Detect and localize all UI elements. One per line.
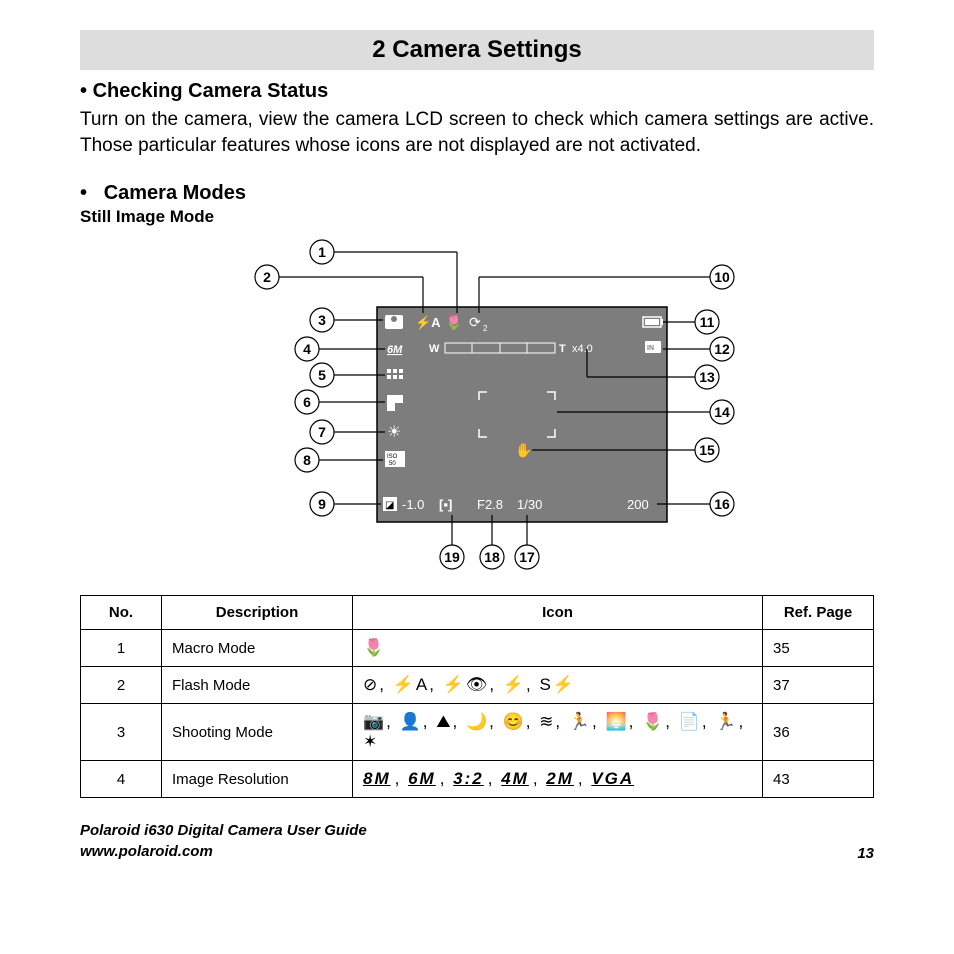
col-ref-page: Ref. Page	[763, 596, 874, 630]
col-icon: Icon	[353, 596, 763, 630]
page-number: 13	[857, 845, 874, 862]
svg-text:2: 2	[263, 269, 271, 285]
svg-text:3: 3	[318, 312, 326, 328]
cell-page: 43	[763, 761, 874, 798]
svg-text:50: 50	[389, 461, 396, 467]
cell-desc: Image Resolution	[162, 761, 353, 798]
section-checking-status-heading: • Checking Camera Status	[80, 80, 874, 103]
cell-icon: ⊘, ⚡A, ⚡👁, ⚡, S⚡	[353, 667, 763, 704]
bullet: •	[80, 80, 87, 102]
svg-text:10: 10	[714, 269, 730, 285]
page-footer: Polaroid i630 Digital Camera User Guide …	[80, 820, 874, 862]
cell-desc: Flash Mode	[162, 667, 353, 704]
svg-text:12: 12	[714, 341, 730, 357]
shutter-value: 1/30	[517, 497, 542, 512]
svg-text:9: 9	[318, 496, 326, 512]
svg-text:15: 15	[699, 442, 715, 458]
cell-desc: Macro Mode	[162, 630, 353, 667]
heading-text: Checking Camera Status	[93, 80, 329, 102]
page-title: 2 Camera Settings	[80, 30, 874, 70]
cell-no: 2	[81, 667, 162, 704]
cell-desc: Shooting Mode	[162, 704, 353, 761]
cell-no: 3	[81, 704, 162, 761]
cell-icon: 📷, 👤, ⛰, 🌙, 😊, ≋, 🏃, 🌅, 🌷, 📄, 🏃, ✶	[353, 704, 763, 761]
col-description: Description	[162, 596, 353, 630]
svg-text:16: 16	[714, 496, 730, 512]
svg-text:1: 1	[318, 244, 326, 260]
table-row: 3 Shooting Mode 📷, 👤, ⛰, 🌙, 😊, ≋, 🏃, 🌅, …	[81, 704, 874, 761]
svg-text:8: 8	[303, 452, 311, 468]
metering-icon: [▪]	[439, 497, 452, 512]
macro-icon: 🌷	[445, 314, 462, 331]
cell-icon: 🌷	[353, 630, 763, 667]
exposure-value: -1.0	[402, 497, 424, 512]
svg-text:4: 4	[303, 341, 311, 357]
svg-text:7: 7	[318, 424, 326, 440]
zoom-wide-label: W	[429, 343, 440, 355]
timer-sub: 2	[483, 324, 488, 333]
zoom-value: x4.0	[572, 343, 593, 355]
aperture-value: F2.8	[477, 497, 503, 512]
timer-icon: ⟳	[469, 314, 481, 330]
svg-text:19: 19	[444, 549, 460, 565]
shake-warning-icon: ✋	[515, 442, 532, 458]
resolution-indicator: 6M	[387, 344, 403, 356]
zoom-tele-label: T	[559, 343, 566, 355]
col-no: No.	[81, 596, 162, 630]
svg-text:11: 11	[700, 314, 715, 330]
svg-text:18: 18	[484, 549, 500, 565]
flash-auto-icon: ⚡A	[415, 315, 441, 331]
cell-no: 1	[81, 630, 162, 667]
svg-text:ISO: ISO	[387, 454, 398, 460]
cell-icon: 8M, 6M, 3:2, 4M, 2M, VGA	[353, 761, 763, 798]
footer-guide-title: Polaroid i630 Digital Camera User Guide	[80, 820, 367, 841]
bullet: •	[80, 182, 87, 204]
cell-no: 4	[81, 761, 162, 798]
svg-text:5: 5	[318, 367, 326, 383]
svg-text:13: 13	[699, 369, 715, 385]
storage-indicator: IN	[647, 345, 654, 352]
cell-page: 36	[763, 704, 874, 761]
footer-url: www.polaroid.com	[80, 841, 367, 862]
shots-remaining: 200	[627, 497, 649, 512]
cell-page: 37	[763, 667, 874, 704]
table-row: 1 Macro Mode 🌷 35	[81, 630, 874, 667]
cell-page: 35	[763, 630, 874, 667]
still-image-mode-heading: Still Image Mode	[80, 207, 874, 227]
table-row: 4 Image Resolution 8M, 6M, 3:2, 4M, 2M, …	[81, 761, 874, 798]
svg-text:6: 6	[303, 394, 311, 410]
reference-table: No. Description Icon Ref. Page 1 Macro M…	[80, 595, 874, 798]
table-row: 2 Flash Mode ⊘, ⚡A, ⚡👁, ⚡, S⚡ 37	[81, 667, 874, 704]
lcd-diagram: ⚡A 🌷 ⟳ 2 6M W T x4.0 IN	[80, 237, 874, 577]
svg-text:17: 17	[519, 549, 535, 565]
section-camera-modes-heading: • Camera Modes	[80, 182, 874, 205]
heading-text: Camera Modes	[104, 182, 246, 204]
white-balance-icon: ☀	[387, 424, 401, 441]
section-checking-status-body: Turn on the camera, view the camera LCD …	[80, 107, 874, 158]
svg-text:14: 14	[714, 404, 730, 420]
svg-text:◪: ◪	[385, 500, 394, 511]
